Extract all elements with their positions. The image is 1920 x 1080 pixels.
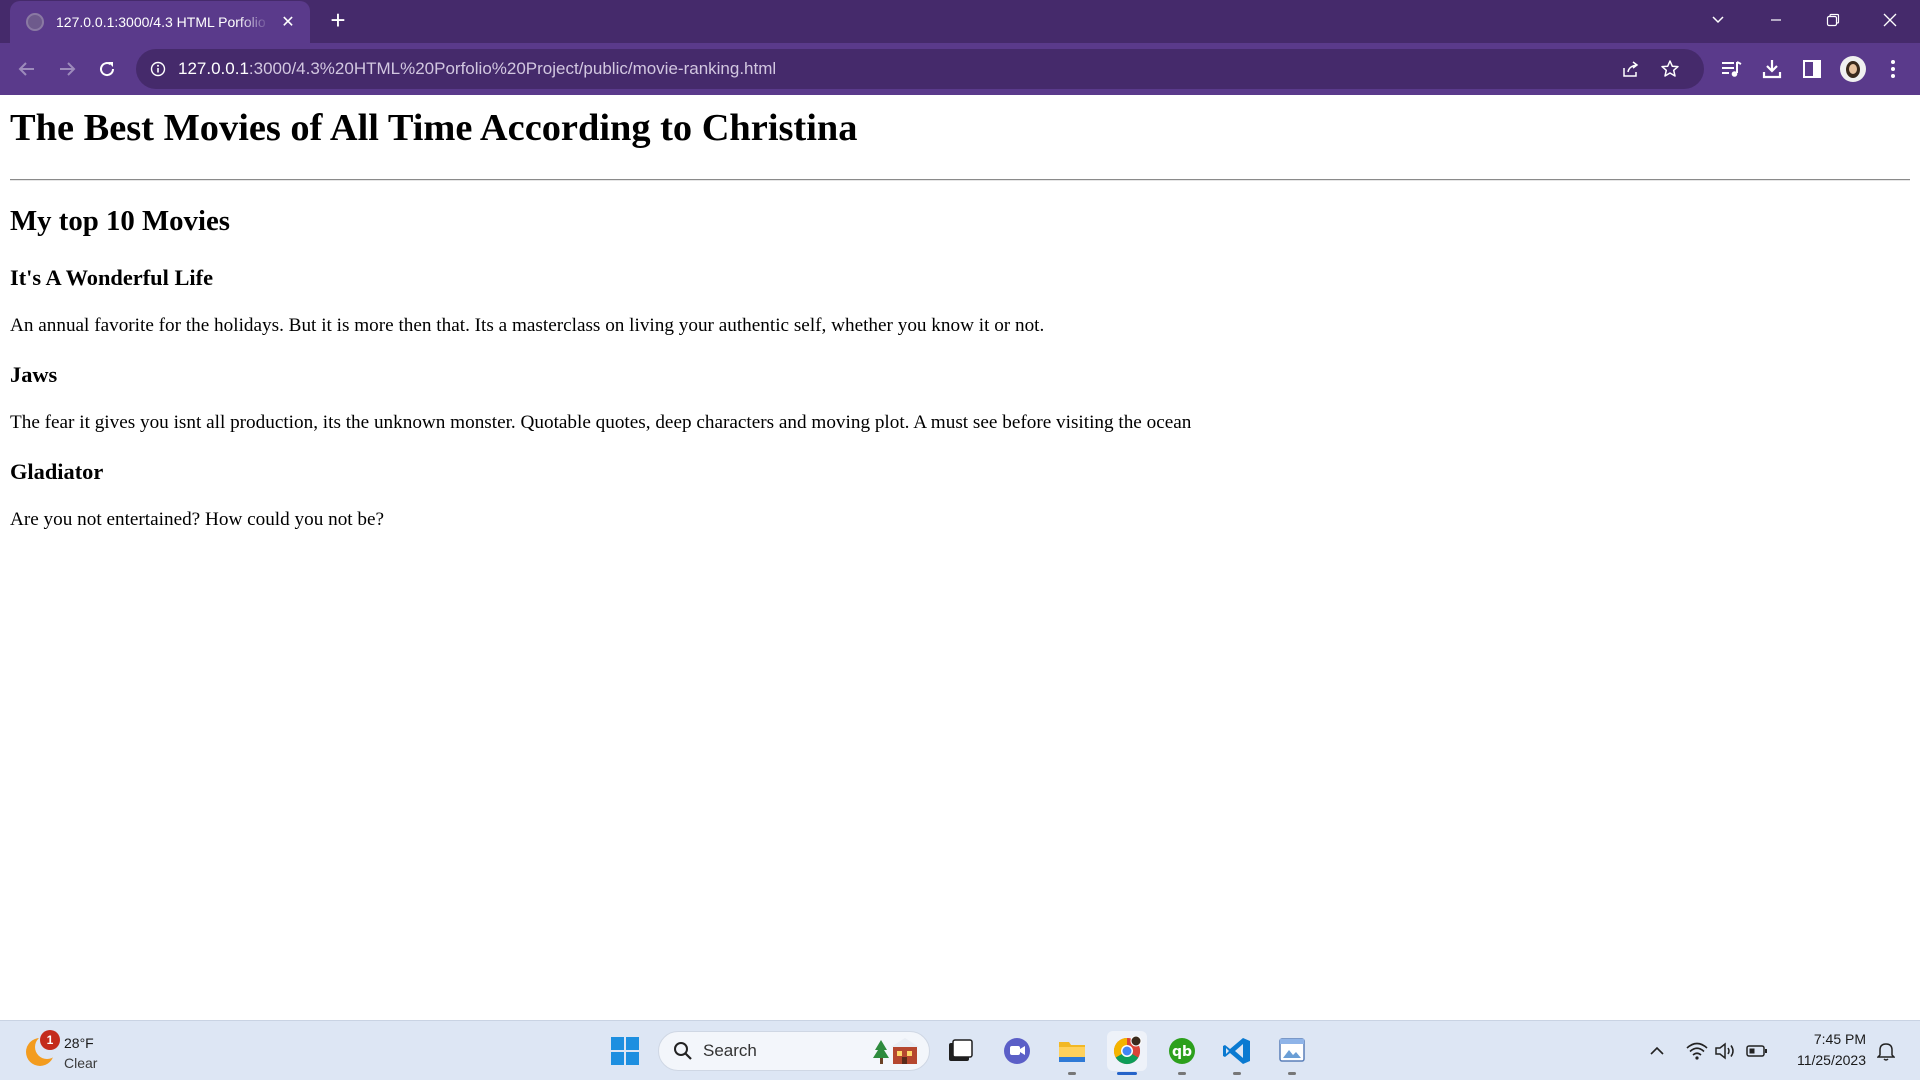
download-icon <box>1762 60 1782 79</box>
forward-button[interactable] <box>52 54 82 84</box>
task-view-button[interactable] <box>940 1031 980 1071</box>
movie-title: It's A Wonderful Life <box>10 265 214 290</box>
windows-logo-icon <box>611 1037 639 1065</box>
tab-search-button[interactable] <box>1690 0 1746 40</box>
browser-menu-button[interactable] <box>1879 55 1907 83</box>
notifications-button[interactable] <box>1874 1039 1898 1063</box>
speaker-icon <box>1715 1042 1734 1060</box>
movie-title: Jaws <box>10 362 58 387</box>
task-view-icon <box>949 1039 973 1061</box>
chevron-down-icon <box>1712 16 1724 24</box>
url-text: 127.0.0.1:3000/4.3%20HTML%20Porfolio%20P… <box>178 59 776 79</box>
star-icon[interactable] <box>1659 58 1681 80</box>
profile-avatar[interactable] <box>1840 56 1866 82</box>
bell-icon <box>1877 1043 1895 1061</box>
restore-icon <box>1826 13 1840 27</box>
volume-button[interactable] <box>1713 1039 1737 1063</box>
globe-icon <box>26 13 44 31</box>
chrome-icon <box>1113 1036 1142 1065</box>
chat-app-button[interactable] <box>997 1031 1037 1071</box>
movie-title: Gladiator <box>10 459 104 484</box>
chrome-button[interactable] <box>1107 1031 1147 1075</box>
share-icon[interactable] <box>1620 58 1642 80</box>
more-vert-icon <box>1891 60 1895 78</box>
start-button[interactable] <box>605 1031 645 1071</box>
new-tab-button[interactable]: + <box>324 6 352 34</box>
page-subtitle: My top 10 Movies <box>10 205 230 237</box>
wifi-icon <box>1686 1042 1708 1060</box>
chat-icon <box>1004 1038 1030 1064</box>
network-button[interactable] <box>1685 1039 1709 1063</box>
running-indicator <box>1178 1072 1186 1075</box>
close-window-button[interactable] <box>1862 0 1918 40</box>
media-control-button[interactable] <box>1717 55 1745 83</box>
address-bar[interactable]: 127.0.0.1:3000/4.3%20HTML%20Porfolio%20P… <box>136 49 1704 89</box>
svg-text:qb: qb <box>1172 1044 1192 1060</box>
running-indicator <box>1233 1072 1241 1075</box>
page-title: The Best Movies of All Time According to… <box>10 107 858 149</box>
notification-badge: 1 <box>40 1030 60 1050</box>
clock-time[interactable]: 7:45 PM <box>1790 1031 1866 1047</box>
browser-tab[interactable]: 127.0.0.1:3000/4.3 HTML Porfolio Project… <box>10 1 310 43</box>
vscode-button[interactable] <box>1217 1031 1257 1075</box>
web-page: The Best Movies of All Time According to… <box>0 95 1920 1020</box>
taskbar: 1 28°F Clear Search qb 7:45 PM 11/25/202… <box>0 1020 1920 1080</box>
search-icon <box>674 1042 692 1060</box>
battery-icon <box>1746 1045 1767 1057</box>
reload-icon <box>100 62 115 77</box>
weather-temperature: 28°F <box>64 1035 94 1051</box>
battery-button[interactable] <box>1745 1039 1769 1063</box>
weather-condition: Clear <box>64 1055 98 1071</box>
arrow-right-icon <box>60 62 76 76</box>
holiday-illustration-icon <box>873 1038 919 1064</box>
close-tab-icon[interactable]: ✕ <box>278 12 298 32</box>
taskbar-search[interactable]: Search <box>658 1031 930 1071</box>
side-panel-button[interactable] <box>1798 55 1826 83</box>
close-icon <box>1883 13 1897 27</box>
browser-tab-bar: 127.0.0.1:3000/4.3 HTML Porfolio Project… <box>0 0 1920 43</box>
image-viewer-button[interactable] <box>1272 1031 1312 1075</box>
folder-icon <box>1059 1042 1085 1062</box>
divider <box>10 179 1910 181</box>
minimize-icon <box>1771 19 1781 21</box>
clock-date[interactable]: 11/25/2023 <box>1776 1052 1866 1068</box>
downloads-button[interactable] <box>1758 55 1786 83</box>
image-window-icon <box>1279 1038 1305 1062</box>
file-explorer-button[interactable] <box>1052 1031 1092 1075</box>
running-indicator <box>1288 1072 1296 1075</box>
info-icon[interactable] <box>150 61 166 77</box>
side-panel-icon <box>1803 60 1821 78</box>
weather-widget[interactable]: 1 28°F Clear <box>24 1028 114 1074</box>
minimize-button[interactable] <box>1748 0 1804 40</box>
quickbooks-icon: qb <box>1169 1038 1195 1064</box>
vscode-icon <box>1223 1038 1250 1064</box>
movie-description: An annual favorite for the holidays. But… <box>10 315 1045 336</box>
arrow-left-icon <box>18 62 34 76</box>
back-button[interactable] <box>12 54 42 84</box>
reload-button[interactable] <box>92 54 122 84</box>
quickbooks-button[interactable]: qb <box>1162 1031 1202 1075</box>
chevron-up-icon <box>1650 1046 1664 1055</box>
running-indicator <box>1068 1072 1076 1075</box>
search-placeholder: Search <box>703 1041 757 1060</box>
hidden-icons-button[interactable] <box>1645 1039 1669 1063</box>
url-host: 127.0.0.1 <box>178 59 249 78</box>
movie-description: Are you not entertained? How could you n… <box>10 509 385 530</box>
url-path: :3000/4.3%20HTML%20Porfolio%20Project/pu… <box>248 59 777 78</box>
tab-title: 127.0.0.1:3000/4.3 HTML Porfolio Project… <box>56 14 270 30</box>
restore-button[interactable] <box>1805 0 1861 40</box>
playlist-icon <box>1722 61 1742 77</box>
browser-toolbar: 127.0.0.1:3000/4.3%20HTML%20Porfolio%20P… <box>0 43 1920 95</box>
movie-description: The fear it gives you isnt all productio… <box>10 412 1192 433</box>
active-indicator <box>1117 1072 1137 1075</box>
